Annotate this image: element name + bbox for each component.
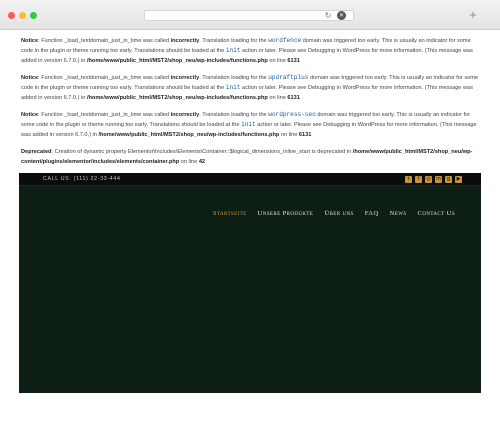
nav-item-faq[interactable]: FAQ	[365, 210, 379, 217]
notice-message: Notice: Function _load_textdomain_just_i…	[21, 110, 478, 140]
close-window-button[interactable]	[8, 12, 15, 19]
page-footer-space	[0, 393, 500, 423]
new-tab-icon[interactable]: +	[467, 10, 479, 22]
nav-item-news[interactable]: News	[390, 210, 407, 217]
deprecated-text: : Creation of dynamic property Elementor…	[51, 149, 353, 155]
notice-label: Notice	[21, 112, 39, 118]
minimize-window-button[interactable]	[19, 12, 26, 19]
deprecated-message: Deprecated: Creation of dynamic property…	[21, 147, 478, 167]
notice-text: . Translation loading for the	[199, 75, 269, 81]
notice-strong: incorrectly	[170, 112, 200, 118]
deprecated-text: on line	[179, 159, 199, 165]
nav-item-contact-us[interactable]: Contact Us	[418, 210, 455, 217]
notice-domain: wordfence	[268, 37, 302, 44]
notice-action: init	[241, 121, 256, 128]
notice-message: Notice: Function _load_textdomain_just_i…	[21, 73, 478, 103]
notice-line: 6131	[298, 132, 312, 138]
notice-domain: wordpress-seo	[268, 111, 316, 118]
notice-strong: incorrectly	[170, 38, 200, 44]
notice-action: init	[225, 47, 241, 54]
notice-domain: updraftplus	[268, 74, 309, 81]
notice-strong: incorrectly	[170, 75, 200, 81]
browser-toolbar: ↻ ✕ +	[0, 0, 500, 30]
facebook-icon[interactable]: f	[415, 176, 422, 183]
notice-text: on line	[267, 95, 288, 101]
notice-path: /home/www/public_html/MST2/shop_neu/wp-i…	[86, 95, 268, 101]
reload-icon[interactable]: ↻	[322, 10, 334, 21]
main-navigation: Startseite Unsere Produkte Über uns FAQ News…	[213, 210, 455, 217]
site-header: CALL US: (111) 22-33-444 t f ◎ in g ▶ Startse…	[19, 173, 481, 393]
social-links: t f ◎ in g ▶	[405, 176, 462, 183]
notice-path: /home/www/public_html/MST2/shop_neu/wp-i…	[98, 132, 280, 138]
notice-label: Notice	[21, 75, 39, 81]
twitter-icon[interactable]: t	[405, 176, 412, 183]
notice-text: : Function _load_textdomain_just_in_time…	[38, 112, 171, 118]
php-notices: Notice: Function _load_textdomain_just_i…	[19, 30, 481, 194]
notice-text: : Function _load_textdomain_just_in_time…	[38, 75, 171, 81]
deprecated-label: Deprecated	[21, 149, 52, 155]
maximize-window-button[interactable]	[30, 12, 37, 19]
notice-line: 6131	[287, 58, 300, 64]
nav-item-unsere-produkte[interactable]: Unsere Produkte	[258, 210, 314, 217]
nav-item--ber-uns[interactable]: Über uns	[324, 210, 353, 217]
notice-action: init	[225, 84, 241, 91]
nav-item-startseite[interactable]: Startseite	[213, 210, 247, 217]
youtube-icon[interactable]: ▶	[455, 176, 462, 183]
notice-text: . Translation loading for the	[199, 38, 269, 44]
instagram-icon[interactable]: ◎	[425, 176, 432, 183]
notice-message: Notice: Function _load_textdomain_just_i…	[21, 36, 478, 66]
deprecated-line: 42	[198, 159, 206, 165]
notice-line: 6131	[287, 95, 300, 101]
call-us-text: CALL US: (111) 22-33-444	[43, 176, 121, 182]
google-plus-icon[interactable]: g	[445, 176, 452, 183]
notice-text: on line	[267, 58, 288, 64]
top-bar: CALL US: (111) 22-33-444 t f ◎ in g ▶	[19, 173, 481, 186]
notice-text: . Translation loading for the	[199, 112, 269, 118]
notice-text: on line	[279, 132, 299, 138]
notice-path: /home/www/public_html/MST2/shop_neu/wp-i…	[86, 58, 268, 64]
web-page: Notice: Function _load_textdomain_just_i…	[19, 30, 481, 393]
linkedin-icon[interactable]: in	[435, 176, 442, 183]
stop-icon[interactable]: ✕	[337, 11, 346, 20]
notice-label: Notice	[21, 38, 39, 44]
notice-text: : Function _load_textdomain_just_in_time…	[38, 38, 171, 44]
